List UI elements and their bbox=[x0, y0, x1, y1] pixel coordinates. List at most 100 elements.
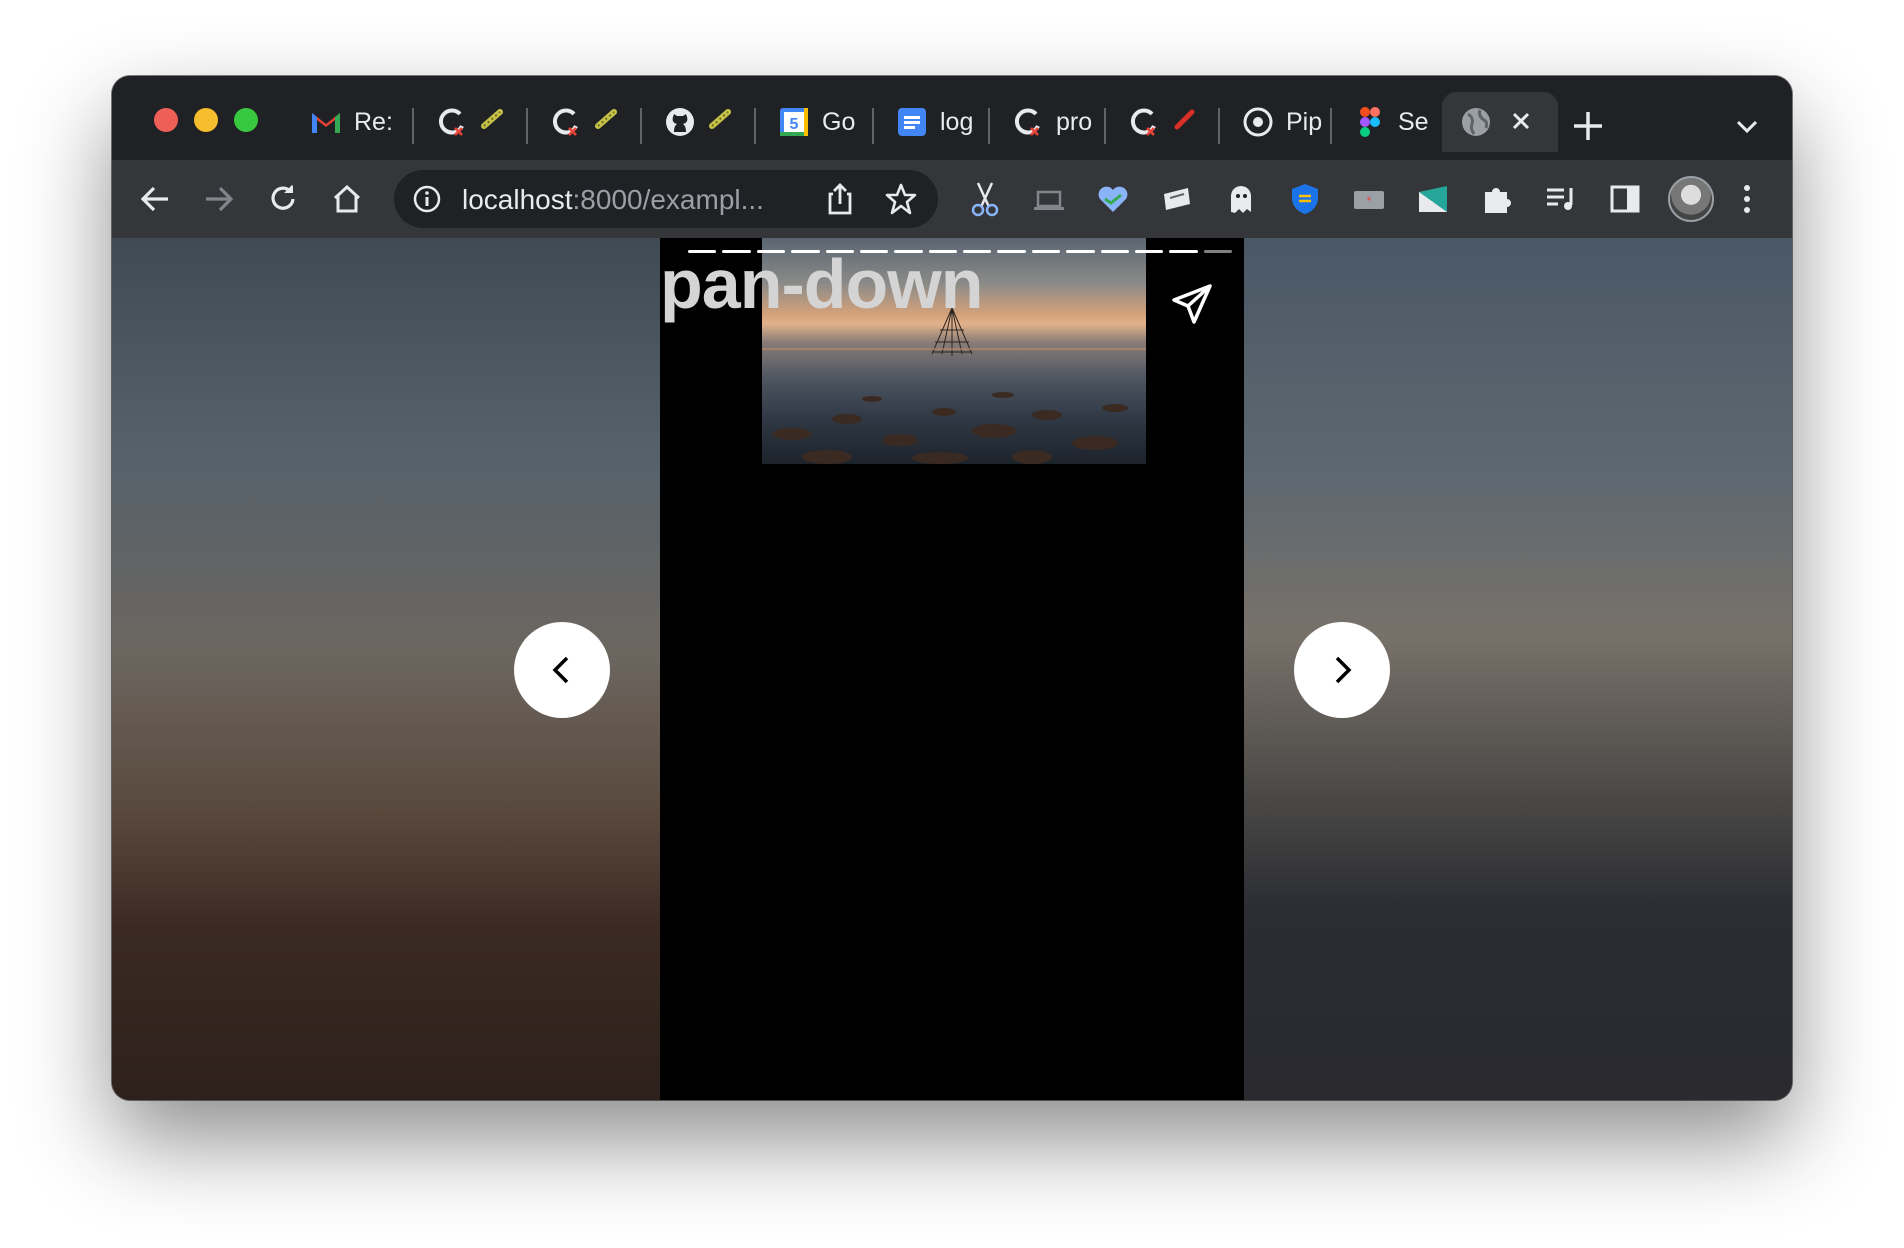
page-content: pan-down bbox=[112, 238, 1792, 1100]
previous-story-button[interactable] bbox=[514, 622, 610, 718]
media-queue-icon bbox=[1547, 188, 1573, 210]
tab-separator bbox=[872, 108, 874, 144]
svg-text:*: * bbox=[1367, 194, 1372, 208]
tab-git-1[interactable] bbox=[418, 92, 526, 152]
tab-title: Go bbox=[822, 107, 856, 136]
tab-git-2[interactable] bbox=[532, 92, 640, 152]
progress-segment bbox=[1100, 250, 1129, 253]
star-icon[interactable] bbox=[884, 182, 918, 216]
tab-title: log bbox=[940, 107, 974, 136]
progress-segment bbox=[1066, 250, 1095, 253]
progress-segment bbox=[1169, 250, 1198, 253]
tab-pip[interactable]: Pip bbox=[1224, 92, 1332, 152]
tab-separator bbox=[1218, 108, 1220, 144]
tab-separator bbox=[412, 108, 414, 144]
arrow-right-icon bbox=[206, 186, 234, 212]
tab-bar: Re: 5 Go log pro Pip Se bbox=[112, 76, 1792, 160]
tab-calendar[interactable]: 5 Go bbox=[760, 92, 872, 152]
figma-icon bbox=[1354, 106, 1386, 138]
chevron-right-icon bbox=[1335, 656, 1352, 684]
tab-title: Re: bbox=[354, 107, 393, 136]
new-tab-icon[interactable] bbox=[1570, 108, 1606, 144]
ghost-extension[interactable] bbox=[1222, 180, 1260, 218]
extensions-button[interactable] bbox=[1478, 180, 1516, 218]
tab-docs[interactable]: log bbox=[878, 92, 990, 152]
tab-separator bbox=[526, 108, 528, 144]
chevron-down-icon[interactable] bbox=[1732, 112, 1762, 142]
media-button[interactable] bbox=[1542, 180, 1580, 218]
git-error-icon bbox=[1128, 106, 1160, 138]
toolbar: localhost:8000/exampl... * bbox=[112, 160, 1792, 238]
share-icon[interactable] bbox=[824, 182, 856, 216]
tab-separator bbox=[754, 108, 756, 144]
more-vertical-icon bbox=[1744, 185, 1750, 213]
menu-button[interactable] bbox=[1728, 180, 1766, 218]
heart-extension[interactable] bbox=[1094, 180, 1132, 218]
minimize-window-button[interactable] bbox=[194, 108, 218, 132]
gmail-icon bbox=[310, 106, 342, 138]
password-extension[interactable]: * bbox=[1350, 180, 1388, 218]
rocket-icon bbox=[594, 108, 620, 137]
browser-window: Re: 5 Go log pro Pip Se localhost:8000/e… bbox=[112, 76, 1792, 1100]
pip-icon bbox=[1242, 106, 1274, 138]
shield-icon bbox=[1292, 184, 1318, 214]
git-error-icon bbox=[1012, 106, 1044, 138]
forward-button[interactable] bbox=[200, 180, 238, 218]
shield-extension[interactable] bbox=[1286, 180, 1324, 218]
home-button[interactable] bbox=[328, 180, 366, 218]
password-icon: * bbox=[1354, 191, 1384, 209]
url-path: :8000/exampl... bbox=[572, 184, 764, 215]
back-button[interactable] bbox=[136, 180, 174, 218]
tab-git-3[interactable]: pro bbox=[994, 92, 1106, 152]
tab-git-4[interactable] bbox=[1110, 92, 1218, 152]
chevron-left-icon bbox=[552, 656, 569, 684]
share-send-icon[interactable] bbox=[1170, 282, 1214, 326]
close-window-button[interactable] bbox=[154, 108, 178, 132]
url-host: localhost bbox=[462, 184, 573, 215]
maximize-window-button[interactable] bbox=[234, 108, 258, 132]
tab-active[interactable] bbox=[1442, 92, 1558, 152]
home-icon bbox=[333, 184, 361, 213]
github-icon bbox=[664, 106, 696, 138]
git-error-icon bbox=[436, 106, 468, 138]
url-text[interactable]: localhost:8000/exampl... bbox=[462, 184, 764, 216]
note-icon bbox=[1164, 188, 1190, 210]
scissors-extension[interactable] bbox=[966, 180, 1004, 218]
tab-gmail[interactable]: Re: bbox=[292, 92, 404, 152]
rocket-icon bbox=[708, 108, 734, 137]
tab-title: Se bbox=[1398, 107, 1429, 136]
side-panel-button[interactable] bbox=[1606, 180, 1644, 218]
scissors-icon bbox=[971, 182, 999, 217]
progress-segment bbox=[1134, 250, 1164, 253]
reload-button[interactable] bbox=[264, 180, 302, 218]
tab-figma[interactable]: Se bbox=[1336, 92, 1436, 152]
cast-extension[interactable] bbox=[1030, 180, 1068, 218]
tab-separator bbox=[988, 108, 990, 144]
profile-avatar[interactable] bbox=[1668, 176, 1714, 222]
story-title: pan-down bbox=[660, 245, 983, 323]
tab-title: Pip bbox=[1286, 107, 1323, 136]
story-viewer[interactable]: pan-down bbox=[660, 238, 1244, 1100]
card-icon bbox=[1419, 186, 1447, 212]
heart-icon bbox=[1098, 186, 1128, 212]
reload-icon bbox=[271, 185, 295, 210]
note-extension[interactable] bbox=[1158, 180, 1196, 218]
laptop-icon bbox=[1034, 190, 1064, 210]
calendar-icon: 5 bbox=[778, 106, 810, 138]
close-tab-icon[interactable] bbox=[1506, 106, 1536, 136]
arrow-left-icon bbox=[140, 186, 168, 212]
git-error-icon bbox=[550, 106, 582, 138]
tab-title: pro bbox=[1056, 107, 1093, 136]
calendar-day-text: 5 bbox=[790, 116, 799, 133]
address-bar[interactable]: localhost:8000/exampl... bbox=[394, 170, 938, 228]
card-extension[interactable] bbox=[1414, 180, 1452, 218]
docs-icon bbox=[896, 106, 928, 138]
rocket-icon bbox=[480, 108, 506, 137]
progress-segment bbox=[1031, 250, 1061, 253]
tab-github[interactable] bbox=[646, 92, 754, 152]
next-story-button[interactable] bbox=[1294, 622, 1390, 718]
tab-separator bbox=[1104, 108, 1106, 144]
tab-separator bbox=[640, 108, 642, 144]
info-icon[interactable] bbox=[412, 184, 442, 214]
puzzle-icon bbox=[1485, 188, 1511, 213]
